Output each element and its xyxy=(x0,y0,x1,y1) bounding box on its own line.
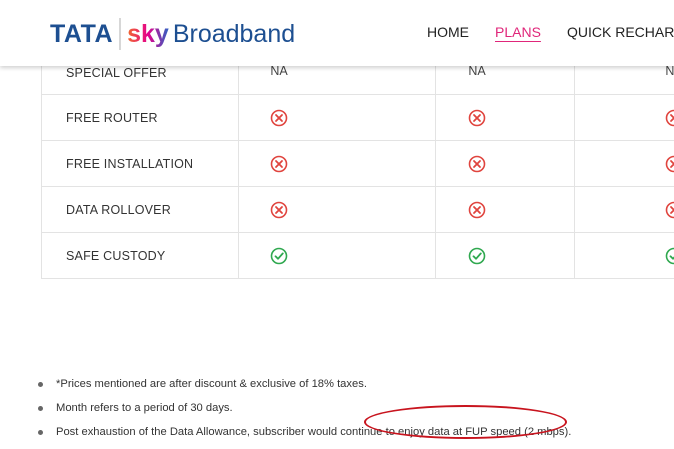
cross-icon xyxy=(259,187,299,232)
bullet-icon xyxy=(38,381,43,387)
cross-icon xyxy=(457,141,497,186)
cross-icon xyxy=(457,187,497,232)
list-item: *Prices mentioned are after discount & e… xyxy=(38,372,571,396)
table-row-free-installation: FREE INSTALLATION xyxy=(42,141,674,187)
row-label: DATA ROLLOVER xyxy=(66,202,171,217)
row-label: FREE INSTALLATION xyxy=(66,156,194,171)
row-label: FREE ROUTER xyxy=(66,110,158,125)
row-label: SAFE CUSTODY xyxy=(66,248,166,263)
bullet-icon xyxy=(38,429,43,435)
cross-icon xyxy=(259,95,299,140)
nav-plans[interactable]: PLANS xyxy=(495,24,541,40)
nav-home[interactable]: HOME xyxy=(427,24,469,40)
table-row-data-rollover: DATA ROLLOVER xyxy=(42,187,674,233)
bullet-icon xyxy=(38,405,43,411)
annotation-highlight-ellipse xyxy=(364,405,567,439)
cross-icon xyxy=(654,187,674,232)
brand-logo[interactable]: TATA sky Broadband xyxy=(50,14,295,54)
logo-divider xyxy=(119,18,122,50)
table-row-safe-custody: SAFE CUSTODY xyxy=(42,233,674,279)
cross-icon xyxy=(654,95,674,140)
check-icon xyxy=(654,233,674,278)
check-icon xyxy=(259,233,299,278)
logo-broadband: Broadband xyxy=(172,19,296,48)
logo-sky: sky xyxy=(127,19,169,48)
cross-icon xyxy=(259,141,299,186)
check-icon xyxy=(457,233,497,278)
cross-icon xyxy=(457,95,497,140)
site-header: TATA sky Broadband HOME PLANS QUICK RECH… xyxy=(0,0,674,66)
logo-tata: TATA xyxy=(50,19,114,48)
plan-features-table: SPECIAL OFFER NA NA NA FREE ROUTER FREE … xyxy=(41,48,674,279)
cross-icon xyxy=(654,141,674,186)
table-row-free-router: FREE ROUTER xyxy=(42,95,674,141)
note-text: Month refers to a period of 30 days. xyxy=(56,402,233,414)
nav-quick-recharge[interactable]: QUICK RECHARGE xyxy=(567,24,674,40)
note-text: *Prices mentioned are after discount & e… xyxy=(56,378,367,390)
